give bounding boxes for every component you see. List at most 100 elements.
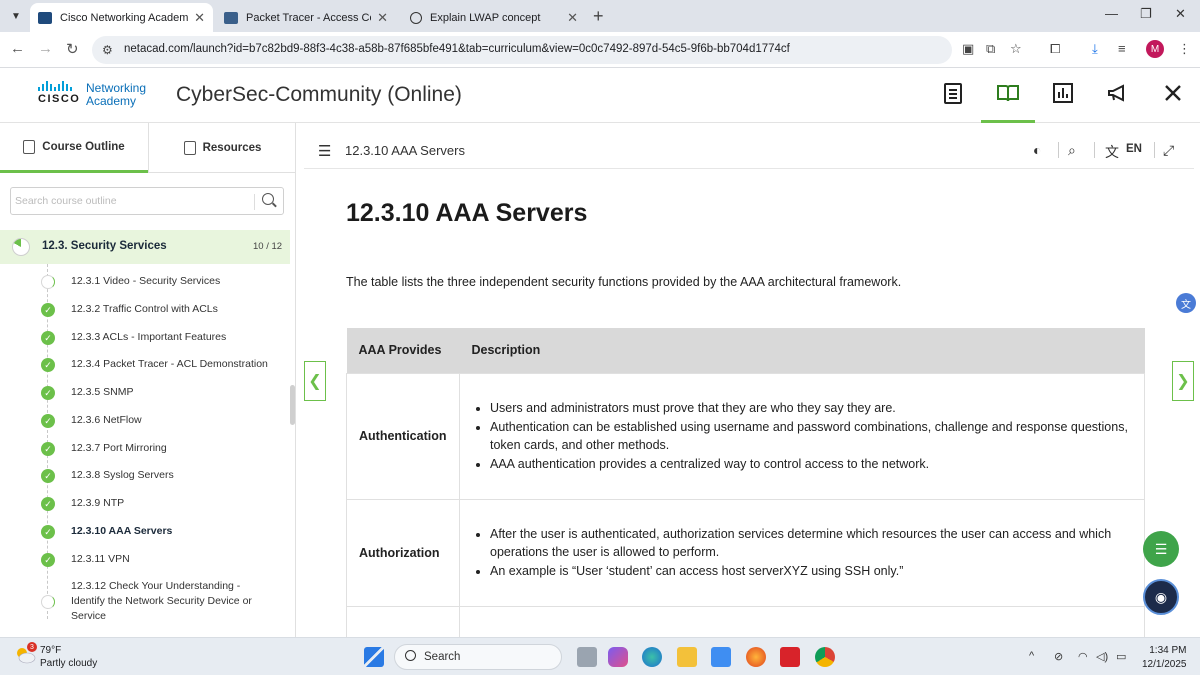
section-header[interactable]: 12.3. Security Services 10 / 12 xyxy=(0,230,290,264)
tab-resources[interactable]: Resources xyxy=(148,123,296,173)
system-clock[interactable]: 1:34 PM 12/1/2025 xyxy=(1142,644,1187,672)
language-selector[interactable]: EN xyxy=(1126,143,1142,155)
bullet-list: Users and administrators must prove that… xyxy=(490,399,1132,473)
course-sidebar: Course Outline Resources 12.3. Security … xyxy=(0,123,296,637)
search-icon[interactable] xyxy=(262,193,274,205)
browser-tab-netacad[interactable]: Cisco Networking Academy: Cy ✕ xyxy=(30,3,213,32)
outline-item-label: 12.3.7 Port Mirroring xyxy=(71,442,167,454)
search-icon xyxy=(405,650,416,661)
taskbar-search[interactable]: Search xyxy=(394,644,562,670)
table-header-row: AAA Provides Description xyxy=(346,328,1145,373)
close-tab-icon[interactable]: ✕ xyxy=(567,10,578,26)
url-text[interactable]: netacad.com/launch?id=b7c82bd9-88f3-4c38… xyxy=(124,43,790,55)
book-icon[interactable] xyxy=(981,81,1035,123)
volume-icon[interactable]: ◁) xyxy=(1096,650,1108,663)
outline-search-input[interactable] xyxy=(15,192,251,210)
sidebar-scrollbar[interactable] xyxy=(290,385,295,425)
outline-item-label: 12.3.3 ACLs - Important Features xyxy=(71,331,227,343)
checklist-fab-icon[interactable]: ☰ xyxy=(1143,531,1179,567)
copilot-icon[interactable] xyxy=(608,647,628,667)
close-tab-icon[interactable]: ✕ xyxy=(194,10,205,26)
search-divider xyxy=(254,194,255,210)
weather-temperature[interactable]: 79°F xyxy=(40,645,61,656)
window-close-icon[interactable]: ✕ xyxy=(1175,6,1186,22)
fullscreen-icon[interactable]: ⤢ xyxy=(1163,142,1174,159)
file-explorer-icon[interactable] xyxy=(677,647,697,667)
tab-course-outline[interactable]: Course Outline xyxy=(0,123,148,173)
wifi-icon[interactable]: ◠ xyxy=(1078,650,1088,663)
back-icon[interactable]: ← xyxy=(10,40,25,57)
battery-icon[interactable]: ▭ xyxy=(1116,650,1126,663)
weather-condition[interactable]: Partly cloudy xyxy=(40,658,97,669)
start-windows-icon[interactable] xyxy=(364,647,384,667)
close-tab-icon[interactable]: ✕ xyxy=(377,10,388,26)
clock-date: 12/1/2025 xyxy=(1142,659,1187,670)
edge-browser-icon[interactable] xyxy=(642,647,662,667)
firefox-icon[interactable] xyxy=(746,647,766,667)
list-item: AAA authentication provides a centralize… xyxy=(490,455,1132,474)
forward-icon[interactable]: → xyxy=(38,40,53,57)
task-view-icon[interactable] xyxy=(577,647,597,667)
outline-item-label: 12.3.1 Video - Security Services xyxy=(71,275,221,287)
translate-extension-icon[interactable]: 文 xyxy=(1176,293,1196,313)
clipboard-icon[interactable]: ▣ xyxy=(962,41,974,57)
chrome-icon[interactable] xyxy=(815,647,835,667)
outline-item-label: 12.3.9 NTP xyxy=(71,497,125,509)
wps-office-icon[interactable] xyxy=(780,647,800,667)
table-cell-description: Users and administrators must prove that… xyxy=(459,372,1145,500)
location-off-icon[interactable]: ⊘ xyxy=(1054,650,1063,663)
bookmark-star-icon[interactable]: ☆ xyxy=(1010,41,1022,57)
restore-icon[interactable]: ❐ xyxy=(1140,6,1152,22)
sidebar-tabs: Course Outline Resources xyxy=(0,123,296,173)
address-bar[interactable]: ⚙ netacad.com/launch?id=b7c82bd9-88f3-4c… xyxy=(92,36,952,64)
tab-title: Cisco Networking Academy: Cy xyxy=(60,11,189,24)
new-tab-button[interactable]: + xyxy=(593,6,604,27)
microsoft-store-icon[interactable] xyxy=(711,647,731,667)
browser-tab-packet-tracer[interactable]: Packet Tracer - Access Control L ✕ xyxy=(216,3,396,32)
tab-label: Resources xyxy=(202,142,262,154)
check-icon: ✓ xyxy=(41,331,55,345)
dark-mode-moon-icon[interactable]: ◐ xyxy=(1033,142,1041,158)
site-info-icon[interactable]: ⚙ xyxy=(102,43,113,57)
close-course-icon[interactable] xyxy=(1146,81,1200,123)
list-item: Users and administrators must prove that… xyxy=(490,399,1132,418)
checklist-icon[interactable] xyxy=(926,81,980,123)
collapse-menu-icon[interactable]: ☰ xyxy=(318,142,331,160)
tab-search-chevron-icon[interactable]: ▼ xyxy=(6,6,26,26)
partial-progress-icon xyxy=(41,595,55,609)
previous-page-button[interactable]: ❮ xyxy=(304,361,326,401)
next-page-button[interactable]: ❯ xyxy=(1172,361,1194,401)
extensions-icon[interactable]: ⧠ xyxy=(1050,41,1060,57)
grades-chart-icon[interactable] xyxy=(1036,81,1090,123)
install-app-icon[interactable]: ⧉ xyxy=(986,41,995,57)
site-header: CISCO Networking Academy CyberSec-Commun… xyxy=(0,69,1200,123)
minimize-icon[interactable]: — xyxy=(1105,6,1118,21)
taskbar-search-label: Search xyxy=(424,651,461,663)
reload-icon[interactable]: ↻ xyxy=(66,40,79,58)
browser-tab-lwap[interactable]: Explain LWAP concept ✕ xyxy=(402,3,586,32)
browser-tab-strip: ▼ Cisco Networking Academy: Cy ✕ Packet … xyxy=(0,0,1200,32)
assistant-fab-icon[interactable]: ◉ xyxy=(1143,579,1179,615)
table-row: Authorization After the user is authenti… xyxy=(346,498,1145,607)
tab-label: Course Outline xyxy=(42,140,125,153)
outline-item-label: 12.3.10 AAA Servers xyxy=(71,525,173,537)
translate-icon[interactable]: 文 xyxy=(1105,142,1119,162)
outline-item-label: 12.3.4 Packet Tracer - ACL Demonstration xyxy=(71,358,268,370)
aaa-table: AAA Provides Description Authentication … xyxy=(346,328,1145,647)
show-hidden-icons-icon[interactable]: ^ xyxy=(1029,650,1034,662)
outline-item-label: 12.3.11 VPN xyxy=(71,553,130,565)
list-item: An example is “User ‘student’ can access… xyxy=(490,562,1132,581)
reading-list-icon[interactable]: ≡ xyxy=(1118,41,1126,56)
bullet-list: After the user is authenticated, authori… xyxy=(490,525,1132,581)
table-cell-term: Authentication xyxy=(346,372,460,500)
profile-avatar[interactable]: M xyxy=(1146,40,1164,58)
packet-tracer-favicon-icon xyxy=(224,11,238,24)
search-icon[interactable]: ⌕ xyxy=(1068,142,1076,159)
tab-title: Packet Tracer - Access Control L xyxy=(246,11,371,24)
browser-menu-icon[interactable]: ⋮ xyxy=(1178,41,1191,57)
course-title: CyberSec-Community (Online) xyxy=(176,83,462,106)
toolbar-divider xyxy=(1094,142,1095,158)
downloads-icon[interactable]: ⤓ xyxy=(1092,41,1098,57)
megaphone-icon[interactable] xyxy=(1091,81,1145,123)
cisco-logo[interactable]: CISCO xyxy=(38,81,80,109)
